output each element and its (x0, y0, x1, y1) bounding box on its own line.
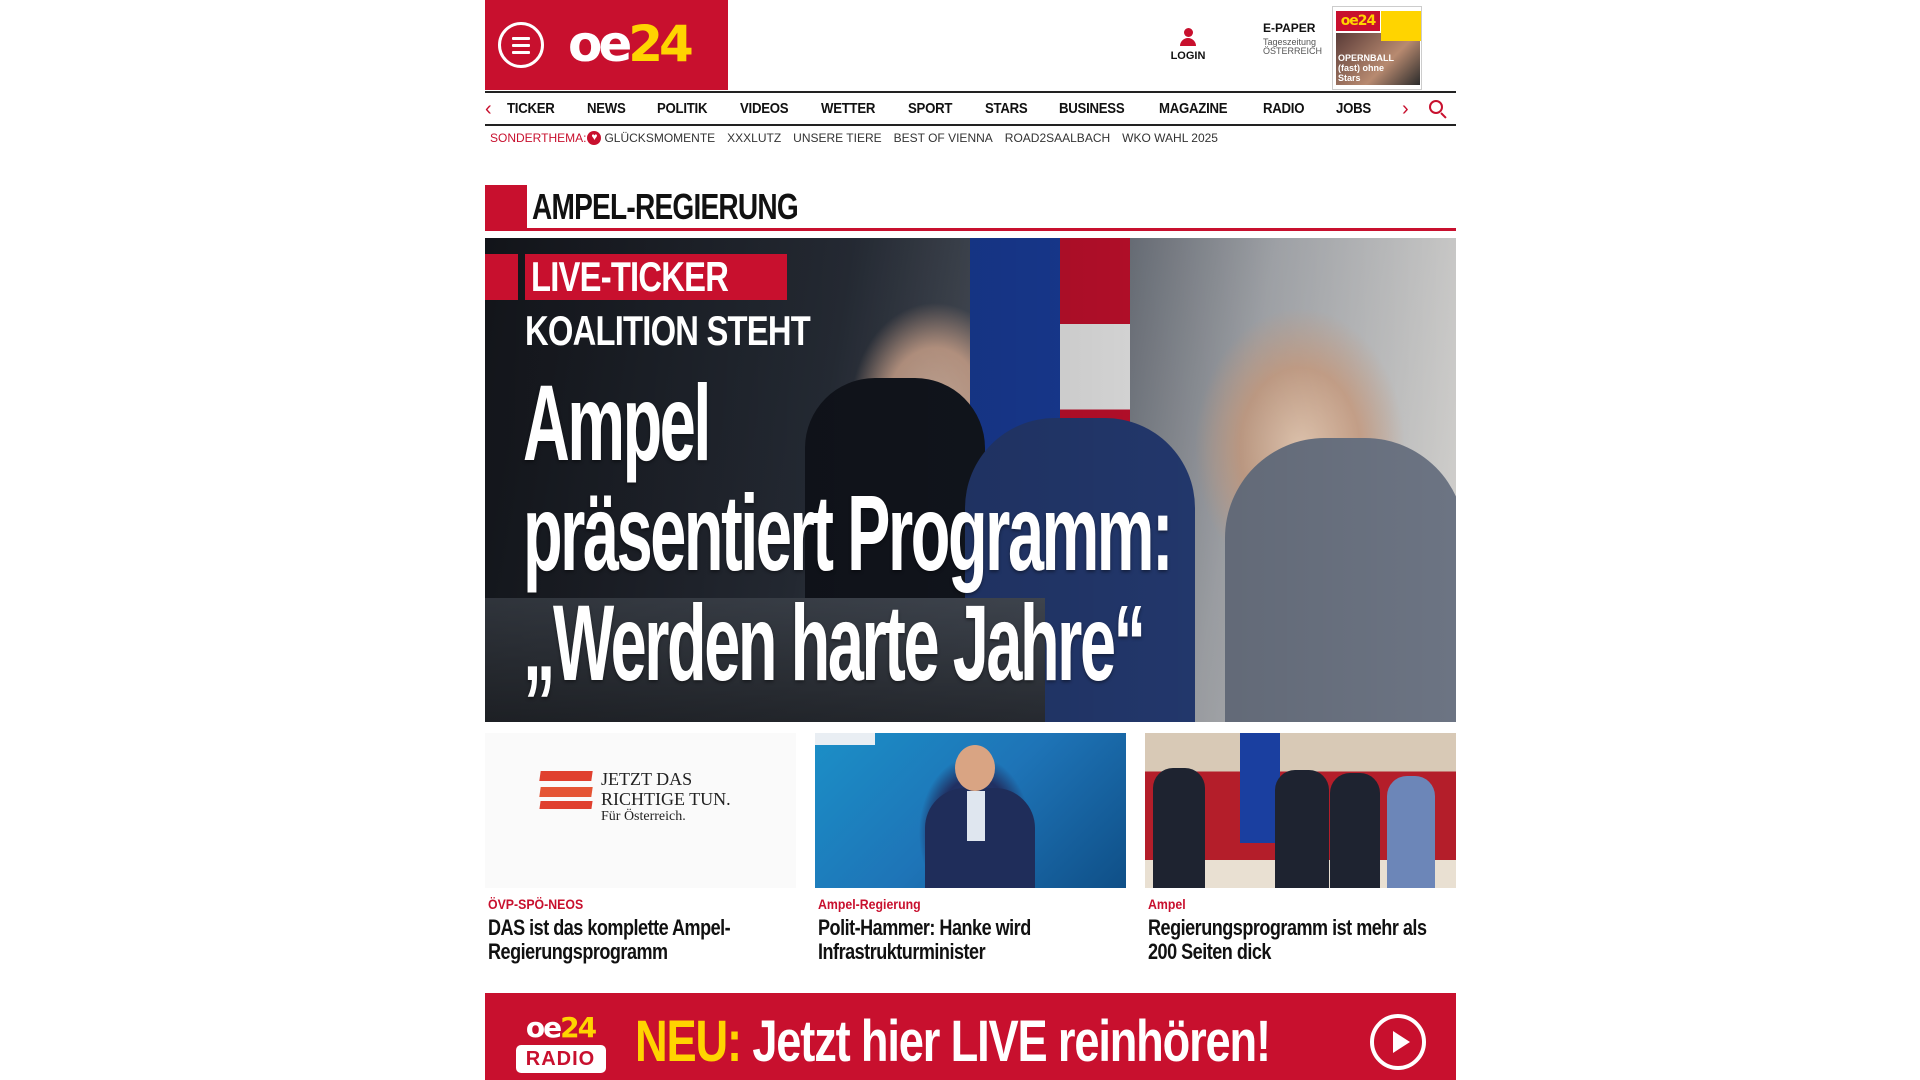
teaser-title[interactable]: DAS ist das komplette Ampel-Regierungspr… (488, 916, 791, 964)
topic-road2saalbach[interactable]: ROAD2SAALBACH (1005, 131, 1110, 145)
topic-best-of-vienna[interactable]: BEST OF VIENNA (894, 131, 993, 145)
nav-item-news[interactable]: NEWS (587, 100, 626, 117)
nav-item-ticker[interactable]: TICKER (507, 100, 555, 117)
nav-scroll-right-icon[interactable]: › (1402, 97, 1409, 121)
teaser-image-group-photo (1145, 733, 1456, 888)
search-icon[interactable] (1429, 100, 1449, 120)
nav-scroll-left-icon[interactable]: ‹ (485, 97, 492, 121)
radio-logo: oe24 RADIO (514, 1013, 607, 1077)
hero-headline[interactable]: Ampel präsentiert Programm: „Werden hart… (523, 368, 1183, 698)
nav-item-magazine[interactable]: MAGAZINE (1159, 100, 1228, 117)
teaser-title[interactable]: Polit-Hammer: Hanke wird Infrastrukturmi… (818, 916, 1121, 964)
special-topics-label: SONDERTHEMA: (490, 131, 587, 145)
section-divider (485, 228, 1456, 231)
hero-headline-line-3: „Werden harte Jahre“ (523, 582, 1146, 703)
teaser-card[interactable]: Ampel Regierungsprogramm ist mehr als 20… (1145, 733, 1456, 964)
teaser-kicker: Ampel (1148, 896, 1186, 912)
logo-oe: oe (568, 15, 632, 73)
hero-kicker: KOALITION STEHT (525, 307, 811, 354)
teaser-card[interactable]: Ampel-Regierung Polit-Hammer: Hanke wird… (815, 733, 1126, 964)
epaper-cover-logo: oe24 (1336, 11, 1380, 31)
teaser-cards: JETZT DAS RICHTIGE TUN. Für Österreich. … (485, 733, 1456, 973)
live-ticker-label: LIVE-TICKER (531, 253, 729, 300)
campaign-text-2: RICHTIGE TUN. (601, 789, 731, 809)
special-topics-bar: SONDERTHEMA: ♥ GLÜCKSMOMENTE XXXLUTZ UNS… (490, 131, 1230, 145)
play-icon[interactable] (1370, 1014, 1426, 1070)
login-label: LOGIN (1170, 50, 1206, 62)
topic-unsere-tiere[interactable]: UNSERE TIERE (793, 131, 881, 145)
radio-cta-text: Jetzt hier LIVE reinhören! (752, 1009, 1271, 1074)
section-marker (485, 185, 527, 228)
campaign-text-1: JETZT DAS (601, 769, 693, 789)
main-nav: ‹ TICKER NEWS POLITIK VIDEOS WETTER SPOR… (485, 91, 1456, 126)
radio-banner-text: NEU: Jetzt hier LIVE reinhören! (635, 1007, 1271, 1077)
epaper-title: E-PAPER (1263, 21, 1316, 35)
brand-bar: oe24 (485, 0, 728, 90)
section-title[interactable]: AMPEL-REGIERUNG (532, 185, 799, 229)
teaser-image-speaker (815, 733, 1126, 888)
live-marker (485, 254, 518, 300)
logo-24: 24 (628, 15, 694, 73)
nav-item-politik[interactable]: POLITIK (657, 100, 707, 117)
teaser-kicker: ÖVP-SPÖ-NEOS (488, 896, 584, 912)
section-header: AMPEL-REGIERUNG (485, 185, 1456, 231)
teaser-card[interactable]: JETZT DAS RICHTIGE TUN. Für Österreich. … (485, 733, 796, 964)
topic-wko-wahl[interactable]: WKO WAHL 2025 (1122, 131, 1218, 145)
nav-item-jobs[interactable]: JOBS (1336, 100, 1371, 117)
nav-items: TICKER NEWS POLITIK VIDEOS WETTER SPORT … (507, 93, 1401, 124)
hamburger-menu-icon[interactable] (498, 22, 544, 68)
teaser-title[interactable]: Regierungsprogramm ist mehr als 200 Seit… (1148, 916, 1451, 964)
teaser-kicker: Ampel-Regierung (818, 896, 921, 912)
radio-new-label: NEU: (635, 1009, 742, 1074)
hero-article[interactable]: LIVE-TICKER KOALITION STEHT Ampel präsen… (485, 238, 1456, 722)
epaper-cover-thumbnail[interactable]: oe24 OPERNBALL (fast) ohne Stars (1332, 6, 1422, 90)
nav-item-stars[interactable]: STARS (985, 100, 1028, 117)
page: oe24 LOGIN E-PAPER Tageszeitung ÖSTERREIC… (485, 0, 1456, 1080)
teaser-image-campaign-logo: JETZT DAS RICHTIGE TUN. Für Österreich. (485, 733, 796, 888)
radio-logo-label: RADIO (515, 1045, 606, 1073)
site-logo[interactable]: oe24 (568, 14, 694, 74)
epaper-subtitle: Tageszeitung ÖSTERREICH (1263, 36, 1323, 57)
epaper-link[interactable]: E-PAPER Tageszeitung ÖSTERREICH (1263, 22, 1333, 56)
site-header: oe24 LOGIN E-PAPER Tageszeitung ÖSTERREIC… (485, 0, 1456, 90)
nav-item-wetter[interactable]: WETTER (821, 100, 875, 117)
heart-icon: ♥ (587, 131, 602, 145)
topic-gluecksmomente[interactable]: GLÜCKSMOMENTE (604, 131, 715, 145)
epaper-cover-headline: OPERNBALL (fast) ohne Stars (1338, 53, 1394, 83)
nav-item-videos[interactable]: VIDEOS (740, 100, 789, 117)
login-button[interactable]: LOGIN (1168, 28, 1208, 62)
live-ticker-badge: LIVE-TICKER (525, 254, 787, 300)
nav-item-sport[interactable]: SPORT (908, 100, 952, 117)
hero-headline-line-2: präsentiert Programm: (523, 472, 1174, 593)
epaper-cover-teaser (1381, 11, 1421, 41)
topic-xxxlutz[interactable]: XXXLUTZ (727, 131, 781, 145)
hero-headline-line-1: Ampel (523, 362, 711, 483)
user-icon (1180, 28, 1196, 48)
campaign-text-3: Für Österreich. (601, 809, 686, 824)
nav-item-business[interactable]: BUSINESS (1059, 100, 1125, 117)
nav-item-radio[interactable]: RADIO (1263, 100, 1304, 117)
radio-banner[interactable]: oe24 RADIO NEU: Jetzt hier LIVE reinhöre… (485, 993, 1456, 1080)
